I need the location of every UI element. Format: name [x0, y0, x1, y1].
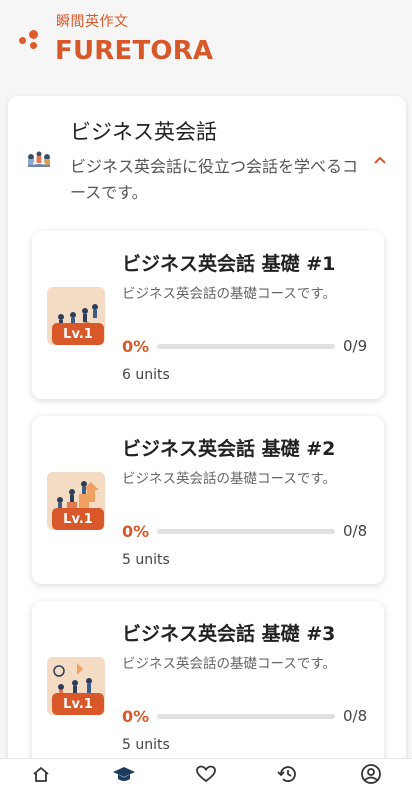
unit-description: ビジネス英会話の基礎コースです。: [122, 286, 336, 302]
progress-bar: [157, 344, 335, 349]
bottom-navigation: [0, 758, 412, 788]
level-badge: Lv.1: [52, 323, 104, 345]
level-badge: Lv.1: [52, 508, 104, 530]
progress-percent: 0%: [122, 522, 150, 541]
unit-count: 5 units: [122, 737, 170, 753]
unit-title: ビジネス英会話 基礎 #3: [122, 623, 336, 645]
unit-title: ビジネス英会話 基礎 #2: [122, 438, 336, 460]
progress-count: 0/9: [343, 337, 368, 355]
course-description: ビジネス英会話に役立つ会話を学べるコースです。: [70, 157, 359, 202]
nav-account[interactable]: [351, 759, 391, 788]
chevron-up-icon: [374, 156, 386, 164]
unit-title: ビジネス英会話 基礎 #1: [122, 253, 336, 275]
progress-count: 0/8: [343, 522, 368, 540]
unit-card[interactable]: Lv.1 ビジネス英会話 基礎 #3 ビジネス英会話の基礎コースです。 0% 0…: [32, 601, 384, 758]
unit-count: 5 units: [122, 552, 170, 568]
unit-count: 6 units: [122, 367, 170, 383]
unit-card[interactable]: Lv.1 ビジネス英会話 基礎 #1 ビジネス英会話の基礎コースです。 0% 0…: [32, 231, 384, 399]
nav-history[interactable]: [268, 759, 308, 788]
account-icon: [360, 763, 381, 784]
app-header: 瞬間英作文 FURETORA: [0, 0, 412, 86]
unit-card[interactable]: Lv.1 ビジネス英会話 基礎 #2 ビジネス英会話の基礎コースです。 0% 0…: [32, 416, 384, 584]
business-meeting-icon: [22, 148, 56, 178]
nav-home[interactable]: [21, 759, 61, 788]
app-title: FURETORA: [55, 36, 214, 66]
progress-bar: [157, 529, 335, 534]
progress-percent: 0%: [122, 337, 150, 356]
graduation-cap-icon: [112, 766, 135, 781]
logo-icon: [19, 30, 41, 52]
unit-description: ビジネス英会話の基礎コースです。: [122, 471, 336, 487]
course-panel: ビジネス英会話 ビジネス英会話に役立つ会話を学べるコースです。 Lv.1 ビジネ…: [8, 96, 406, 758]
progress-bar: [157, 714, 335, 719]
collapse-button[interactable]: [368, 148, 392, 172]
history-icon: [277, 765, 297, 782]
progress-percent: 0%: [122, 707, 150, 726]
nav-courses[interactable]: [104, 759, 144, 788]
heart-icon: [196, 765, 216, 782]
unit-description: ビジネス英会話の基礎コースです。: [122, 656, 336, 672]
progress-count: 0/8: [343, 707, 368, 725]
home-icon: [33, 766, 49, 782]
course-list[interactable]: ビジネス英会話 ビジネス英会話に役立つ会話を学べるコースです。 Lv.1 ビジネ…: [0, 86, 412, 758]
level-badge: Lv.1: [52, 693, 104, 715]
nav-favorites[interactable]: [186, 759, 226, 788]
app-subtitle: 瞬間英作文: [56, 14, 129, 30]
course-title: ビジネス英会話: [70, 120, 217, 144]
